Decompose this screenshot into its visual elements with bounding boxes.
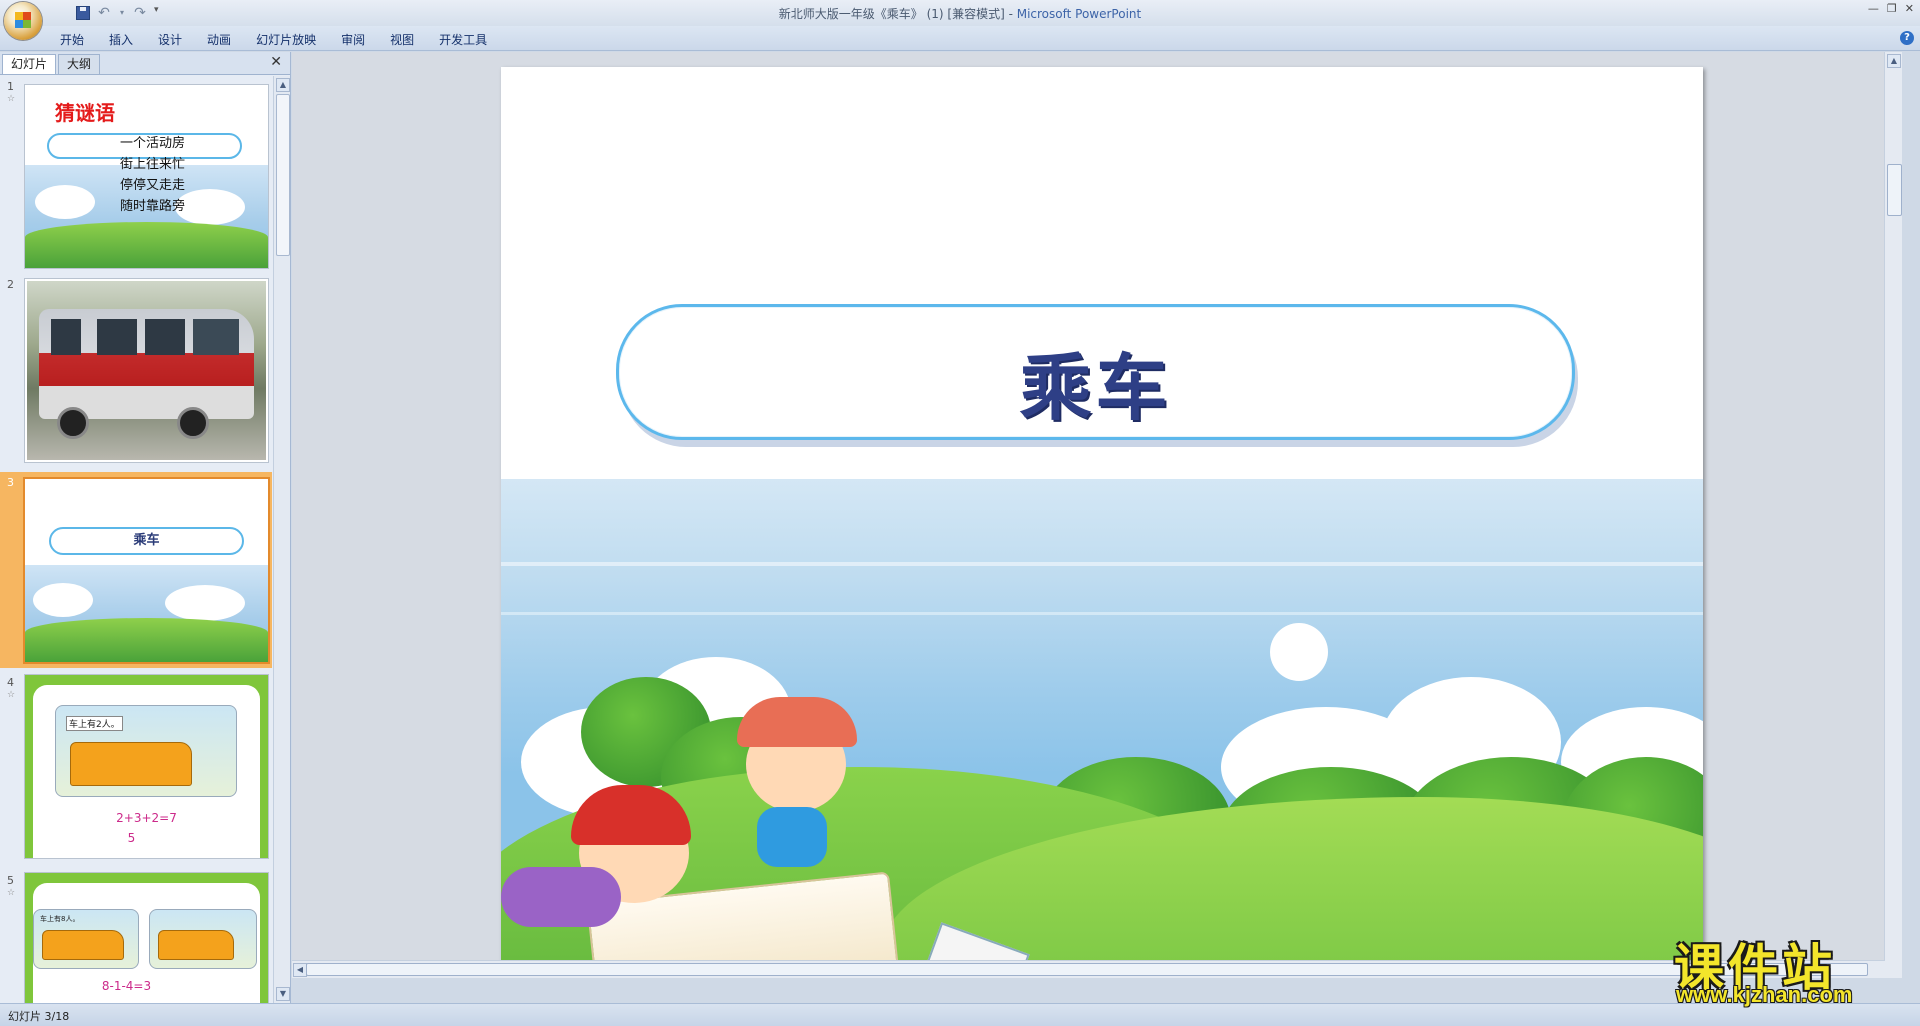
riddle-line: 停停又走走 bbox=[120, 178, 186, 193]
thumbnail-row[interactable]: 5 ☆ 车上有8人。 8-1-4=3 bbox=[0, 870, 272, 1003]
animation-star-icon: ☆ bbox=[7, 690, 16, 700]
tab-insert[interactable]: 插入 bbox=[109, 31, 147, 48]
animation-star-icon: ☆ bbox=[7, 888, 16, 898]
watermark-logo: 课件站 www.kjzhan.com bbox=[1672, 928, 1904, 1007]
tab-slide-show[interactable]: 幻灯片放映 bbox=[256, 31, 330, 48]
slide-title[interactable]: 乘车 bbox=[1019, 329, 1171, 434]
slide-number: 4 bbox=[7, 676, 14, 689]
slide-thumbnail-2[interactable] bbox=[24, 278, 269, 463]
slide-thumbnail-5[interactable]: 车上有8人。 8-1-4=3 bbox=[24, 872, 269, 1003]
pane-tabs: 幻灯片 大纲 ✕ bbox=[0, 52, 290, 75]
scroll-left-icon[interactable]: ◀ bbox=[293, 963, 307, 977]
equation: 8-1-4=3 bbox=[101, 979, 152, 993]
tab-slides[interactable]: 幻灯片 bbox=[2, 54, 57, 74]
vertical-scrollbar[interactable]: ▲ bbox=[1884, 52, 1902, 978]
app-name: Microsoft PowerPoint bbox=[1016, 7, 1142, 21]
tab-view[interactable]: 视图 bbox=[390, 31, 428, 48]
slide-thumbnail-1[interactable]: 猜谜语 一个活动房 街上往来忙 停停又走走 随时靠路旁 bbox=[24, 84, 269, 269]
slide-number: 1 bbox=[7, 80, 14, 93]
slide-editing-area: 乘车 ▲ ◀ bbox=[292, 52, 1902, 978]
office-button[interactable] bbox=[4, 2, 42, 40]
riddle-text: 一个活动房 街上往来忙 停停又走走 随时靠路旁 bbox=[120, 133, 185, 217]
slide-number: 5 bbox=[7, 874, 14, 887]
equation: 2+3+2=7 bbox=[116, 811, 177, 825]
horizontal-scrollbar[interactable]: ◀ bbox=[292, 960, 1885, 978]
title-placeholder[interactable]: 乘车 bbox=[616, 304, 1575, 440]
slides-pane: 幻灯片 大纲 ✕ 1 ☆ 猜谜语 一个活动房 街上往来忙 停停又走走 随时靠路旁… bbox=[0, 52, 291, 1003]
status-bar: 幻灯片 3/18 bbox=[0, 1003, 1920, 1026]
help-icon[interactable]: ? bbox=[1900, 31, 1914, 45]
title-bar: ↶ ▾ ↷ ▾ 新北师大版一年级《乘车》 (1) [兼容模式] - Micros… bbox=[0, 0, 1920, 26]
document-title: 新北师大版一年级《乘车》 (1) [兼容模式] - bbox=[778, 7, 1017, 21]
thumb-title-pill: 乘车 bbox=[49, 527, 244, 555]
bus-sign: 车上有2人。 bbox=[66, 716, 123, 731]
tab-developer[interactable]: 开发工具 bbox=[439, 31, 501, 48]
current-slide[interactable]: 乘车 bbox=[501, 67, 1703, 969]
equation-sub: 5 bbox=[127, 831, 136, 845]
tab-design[interactable]: 设计 bbox=[158, 31, 196, 48]
bus-photo bbox=[27, 281, 266, 460]
pane-scrollbar[interactable]: ▲ ▼ bbox=[273, 76, 290, 1003]
close-pane-icon[interactable]: ✕ bbox=[270, 54, 282, 70]
thumbnail-list: 1 ☆ 猜谜语 一个活动房 街上往来忙 停停又走走 随时靠路旁 2 3 乘车 4… bbox=[0, 76, 272, 1003]
restore-icon[interactable]: ❐ bbox=[1887, 2, 1897, 15]
scroll-up-icon[interactable]: ▲ bbox=[276, 78, 290, 92]
cloud bbox=[1270, 623, 1328, 681]
tab-outline[interactable]: 大纲 bbox=[58, 54, 101, 74]
bus-sign: 车上有8人。 bbox=[40, 915, 80, 923]
animation-star-icon: ☆ bbox=[7, 94, 16, 104]
window-controls: — ❐ ✕ bbox=[1868, 2, 1914, 15]
minimize-icon[interactable]: — bbox=[1868, 2, 1879, 15]
ribbon-tab-bar: 开始 插入 设计 动画 幻灯片放映 审阅 视图 开发工具 ? bbox=[0, 26, 1920, 51]
thumbnail-row[interactable]: 2 bbox=[0, 274, 272, 468]
thumbnail-row-selected[interactable]: 3 乘车 bbox=[0, 472, 272, 668]
slide-number: 2 bbox=[7, 278, 14, 291]
close-icon[interactable]: ✕ bbox=[1905, 2, 1914, 15]
riddle-line: 街上往来忙 bbox=[120, 157, 186, 172]
thumbnail-row[interactable]: 1 ☆ 猜谜语 一个活动房 街上往来忙 停停又走走 随时靠路旁 bbox=[0, 76, 272, 270]
tab-animations[interactable]: 动画 bbox=[207, 31, 245, 48]
slide-counter: 幻灯片 3/18 bbox=[8, 1010, 70, 1023]
bus-illustration: 车上有2人。 bbox=[55, 705, 237, 797]
riddle-title: 猜谜语 bbox=[55, 101, 115, 125]
slide-thumbnail-4[interactable]: 车上有2人。 2+3+2=7 5 bbox=[24, 674, 269, 859]
window-title: 新北师大版一年级《乘车》 (1) [兼容模式] - Microsoft Powe… bbox=[0, 5, 1920, 22]
horizontal-scroll-thumb[interactable] bbox=[306, 963, 1868, 976]
watermark-url: www.kjzhan.com bbox=[1676, 982, 1853, 1007]
riddle-line: 随时靠路旁 bbox=[120, 199, 186, 214]
bus-illustration bbox=[149, 909, 257, 969]
tab-home[interactable]: 开始 bbox=[60, 31, 98, 48]
bus-illustration: 车上有8人。 bbox=[33, 909, 139, 969]
tab-review[interactable]: 审阅 bbox=[341, 31, 379, 48]
thumbnail-row[interactable]: 4 ☆ 车上有2人。 2+3+2=7 5 bbox=[0, 672, 272, 866]
riddle-line: 一个活动房 bbox=[120, 136, 186, 151]
slide-number: 3 bbox=[7, 476, 14, 489]
pane-scroll-thumb[interactable] bbox=[276, 94, 290, 256]
slide-thumbnail-3[interactable]: 乘车 bbox=[23, 477, 270, 664]
office-logo-icon bbox=[15, 12, 31, 28]
vertical-scroll-thumb[interactable] bbox=[1887, 164, 1902, 216]
scroll-down-icon[interactable]: ▼ bbox=[276, 987, 290, 1001]
scroll-up-icon[interactable]: ▲ bbox=[1887, 54, 1901, 68]
